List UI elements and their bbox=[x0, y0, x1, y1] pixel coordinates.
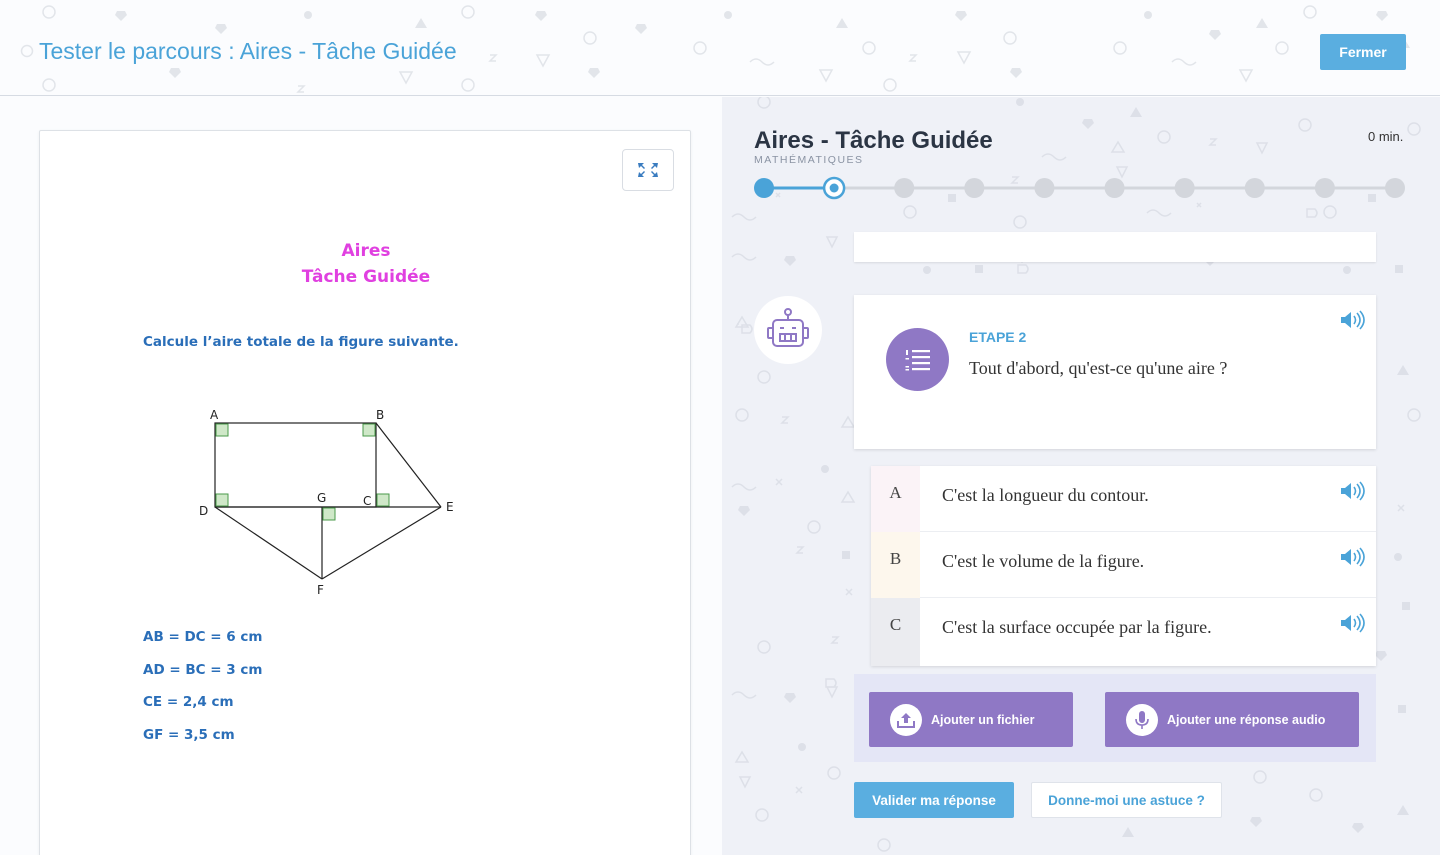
question-card: ETAPE 2 Tout d'abord, qu'est-ce qu'une a… bbox=[854, 295, 1376, 449]
step-label: ETAPE 2 bbox=[969, 329, 1027, 345]
task-timer: 0 min. bbox=[1368, 129, 1404, 144]
answer-text: C'est la surface occupée par la figure. bbox=[942, 617, 1212, 637]
doc-instruction: Calcule l’aire totale de la figure suiva… bbox=[143, 334, 459, 350]
numbered-list-icon bbox=[905, 349, 930, 370]
add-audio-button[interactable]: Ajouter une réponse audio bbox=[1105, 692, 1359, 747]
measure-ad-bc: AD = BC = 3 cm bbox=[143, 662, 263, 678]
progress-step-1 bbox=[754, 178, 774, 198]
progress-step-5 bbox=[1034, 178, 1055, 198]
robot-avatar bbox=[754, 296, 822, 364]
answer-text: C'est la longueur du contour. bbox=[942, 485, 1149, 505]
measure-gf: GF = 3,5 cm bbox=[143, 727, 235, 743]
answer-letter: C bbox=[871, 598, 920, 666]
geometry-figure: A B C D E F G bbox=[199, 408, 454, 597]
vertex-label-f: F bbox=[317, 583, 324, 597]
hint-button[interactable]: Donne-moi une astuce ? bbox=[1031, 782, 1222, 818]
vertex-label-e: E bbox=[446, 500, 454, 514]
task-subject: MATHÉMATIQUES bbox=[754, 154, 864, 166]
task-title: Aires - Tâche Guidée bbox=[754, 127, 993, 154]
page-title: Tester le parcours : Aires - Tâche Guidé… bbox=[39, 38, 457, 64]
circle-decoration-icon bbox=[20, 44, 34, 58]
answer-letter: B bbox=[871, 532, 920, 598]
microphone-icon bbox=[1126, 703, 1158, 736]
add-file-label: Ajouter un fichier bbox=[931, 712, 1035, 727]
progress-step-4 bbox=[964, 178, 985, 198]
answer-letter: A bbox=[871, 466, 920, 532]
current-step-dot bbox=[829, 183, 839, 193]
speaker-icon[interactable] bbox=[1339, 481, 1365, 501]
question-text: Tout d'abord, qu'est-ce qu'une aire ? bbox=[969, 358, 1228, 378]
speaker-icon[interactable] bbox=[1339, 310, 1365, 330]
vertex-label-c: C bbox=[363, 494, 371, 508]
expand-icon bbox=[638, 163, 658, 177]
answer-text: C'est le volume de la figure. bbox=[942, 551, 1145, 571]
vertex-label-b: B bbox=[376, 408, 384, 422]
close-button[interactable]: Fermer bbox=[1320, 34, 1406, 70]
doc-title-line2: Tâche Guidée bbox=[301, 267, 431, 287]
speaker-icon[interactable] bbox=[1339, 613, 1365, 633]
answer-option-b[interactable]: B C'est le volume de la figure. bbox=[871, 532, 1376, 598]
expand-button[interactable] bbox=[622, 149, 674, 191]
header-bar: Tester le parcours : Aires - Tâche Guidé… bbox=[0, 0, 1440, 96]
vertex-label-a: A bbox=[210, 408, 219, 422]
answer-option-c[interactable]: C C'est la surface occupée par la figure… bbox=[871, 598, 1376, 666]
step-badge bbox=[886, 328, 949, 391]
progress-step-3 bbox=[894, 178, 915, 198]
add-audio-label: Ajouter une réponse audio bbox=[1167, 712, 1326, 727]
add-file-button[interactable]: Ajouter un fichier bbox=[869, 692, 1073, 747]
attachment-area: Ajouter un fichier Ajouter une réponse a… bbox=[854, 674, 1376, 762]
vertex-label-d: D bbox=[199, 504, 208, 518]
progress-step-10 bbox=[1385, 178, 1405, 198]
upload-icon bbox=[890, 703, 922, 736]
doc-title-line1: Aires bbox=[341, 241, 391, 261]
progress-step-8 bbox=[1244, 178, 1265, 198]
answer-option-a[interactable]: A C'est la longueur du contour. bbox=[871, 466, 1376, 532]
progress-step-6 bbox=[1104, 178, 1125, 198]
measure-ab-dc: AB = DC = 6 cm bbox=[143, 629, 263, 645]
speaker-icon[interactable] bbox=[1339, 547, 1365, 567]
vertex-label-g: G bbox=[317, 491, 326, 505]
measure-ce: CE = 2,4 cm bbox=[143, 694, 234, 710]
document-viewer: Aires Tâche Guidée Calcule l’aire totale… bbox=[39, 130, 691, 855]
answer-list: A C'est la longueur du contour. B C'est … bbox=[871, 466, 1376, 666]
progress-step-7 bbox=[1174, 178, 1195, 198]
robot-icon bbox=[767, 308, 809, 347]
previous-step-card bbox=[854, 232, 1376, 262]
progress-stepper bbox=[754, 176, 1405, 200]
progress-step-9 bbox=[1314, 178, 1335, 198]
validate-answer-button[interactable]: Valider ma réponse bbox=[854, 782, 1014, 818]
